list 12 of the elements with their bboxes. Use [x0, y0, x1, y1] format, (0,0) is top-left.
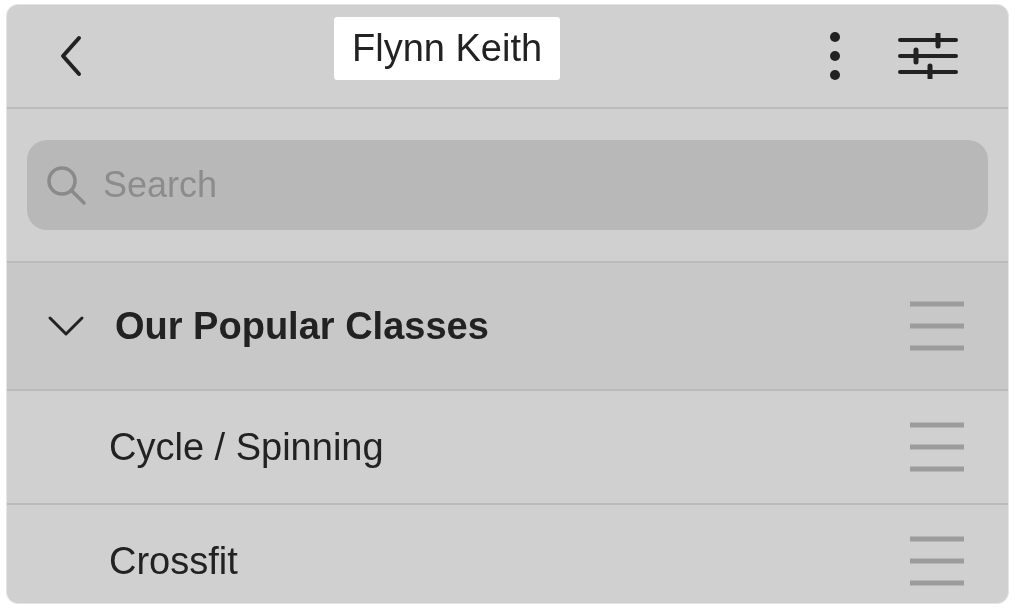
drag-handle-icon[interactable] [908, 421, 966, 473]
class-list-item[interactable]: Cycle / Spinning [7, 391, 1008, 505]
class-list-item[interactable]: Crossfit [7, 505, 1008, 603]
drag-handle-icon[interactable] [908, 535, 966, 587]
filter-settings-icon[interactable] [898, 33, 958, 79]
search-icon [45, 164, 87, 206]
section-header[interactable]: Our Popular Classes [7, 263, 1008, 391]
chevron-icon [47, 314, 85, 338]
more-icon[interactable] [828, 31, 842, 81]
section-title: Our Popular Classes [115, 304, 489, 348]
page-title: Flynn Keith [334, 17, 561, 80]
drag-handle-icon[interactable] [908, 300, 966, 352]
